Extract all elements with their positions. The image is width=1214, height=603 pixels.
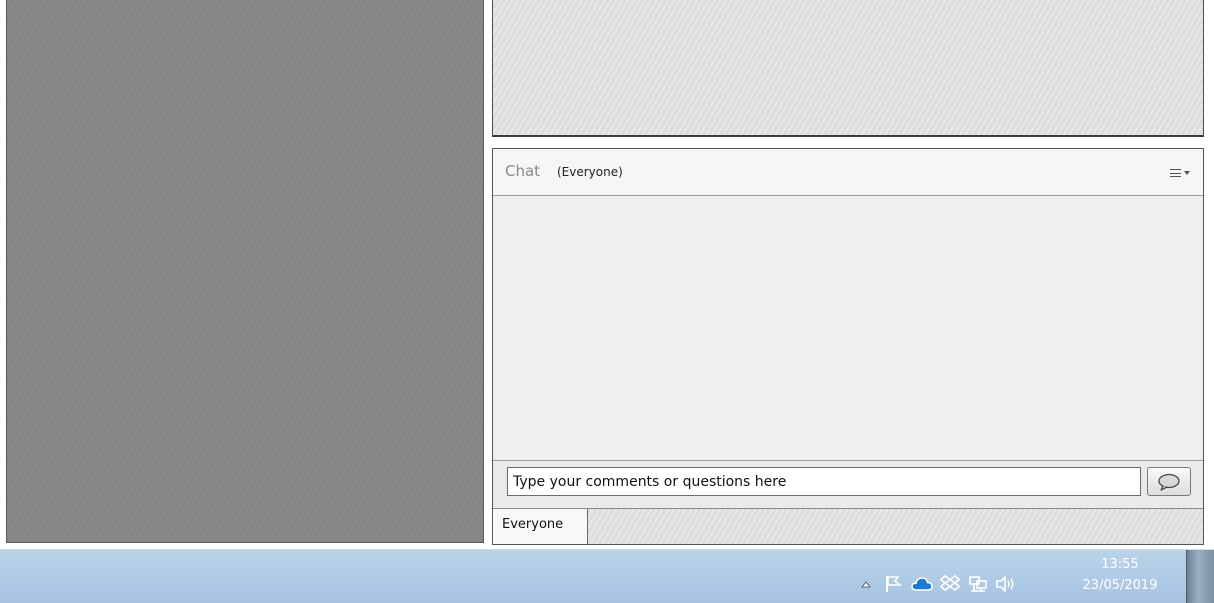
chat-input-row xyxy=(493,462,1203,508)
system-tray xyxy=(852,550,1020,603)
pod-options-menu-button[interactable] xyxy=(1167,164,1193,182)
volume-icon[interactable] xyxy=(992,570,1020,598)
chevron-down-icon xyxy=(1184,171,1190,175)
clock-date: 23/05/2019 xyxy=(1082,578,1158,593)
chat-title: Chat xyxy=(505,162,541,180)
speech-bubble-icon xyxy=(1158,473,1180,491)
chat-pod: Chat (Everyone) Everyone xyxy=(492,148,1204,545)
left-empty-pod xyxy=(6,0,484,543)
menu-lines-icon xyxy=(1170,169,1181,177)
dropbox-icon[interactable] xyxy=(936,570,964,598)
chat-message-input[interactable] xyxy=(507,467,1141,496)
show-hidden-icons-icon[interactable] xyxy=(852,570,880,598)
chat-header: Chat (Everyone) xyxy=(493,149,1203,196)
onedrive-cloud-icon[interactable] xyxy=(908,570,936,598)
clock-time: 13:55 xyxy=(1101,557,1139,572)
taskbar-clock[interactable]: 13:55 23/05/2019 xyxy=(1080,554,1160,596)
chat-message-area[interactable] xyxy=(493,197,1203,461)
action-center-flag-icon[interactable] xyxy=(880,570,908,598)
send-message-button[interactable] xyxy=(1147,467,1191,496)
network-icon[interactable] xyxy=(964,570,992,598)
windows-taskbar: 13:55 23/05/2019 xyxy=(0,549,1214,603)
top-empty-pod xyxy=(492,0,1204,137)
tab-everyone[interactable]: Everyone xyxy=(493,509,588,544)
show-desktop-button[interactable] xyxy=(1186,550,1214,603)
chat-audience-label: (Everyone) xyxy=(557,165,623,179)
chat-recipient-bar: Everyone xyxy=(493,508,1203,544)
